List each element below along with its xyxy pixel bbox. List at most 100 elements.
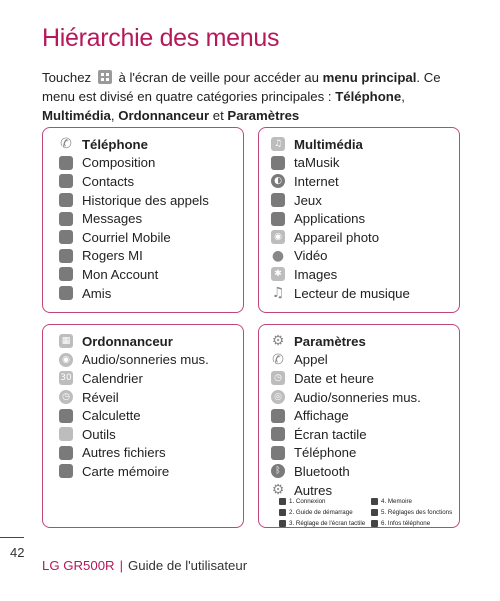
sub-menu-item-label: 5. Réglages des fonctions: [381, 508, 453, 516]
phone-info-icon: [371, 519, 378, 527]
sub-menu-item: 5. Réglages des fonctions: [371, 507, 459, 517]
sub-menu-item-label: 4. Memoire: [381, 497, 412, 505]
settings-gear-icon: ⚙: [271, 333, 285, 350]
menu-item: Composition: [59, 154, 209, 173]
menu-item: ◐ Internet: [271, 172, 410, 191]
menu-item: Carte mémoire: [59, 462, 209, 481]
multimedia-icon: ♫: [271, 137, 285, 152]
globe-icon: ◐: [271, 174, 285, 189]
menu-item-label: Autres fichiers: [82, 445, 166, 461]
calendar-icon: 30: [59, 371, 73, 386]
menu-item: Applications: [271, 209, 410, 228]
page-number-rule: [0, 537, 24, 538]
menu-item: Autres fichiers: [59, 444, 209, 463]
menu-item: taMusik: [271, 154, 410, 173]
function-settings-icon: [371, 508, 378, 516]
other-settings-icon: ⚙: [271, 482, 285, 499]
call-history-icon: [59, 193, 73, 208]
bluetooth-icon: ᛒ: [271, 464, 285, 479]
menu-item-label: Historique des appels: [82, 192, 209, 208]
sub-menu-item: 4. Memoire: [371, 496, 459, 506]
menu-item: Jeux: [271, 191, 410, 210]
sub-menu-item-label: 1. Connexion: [289, 497, 326, 505]
envelope-icon: [59, 211, 73, 226]
intro-paragraph: Touchez à l'écran de veille pour accéder…: [42, 68, 462, 125]
menu-item-label: Courriel Mobile: [82, 229, 171, 245]
menu-item: ✱ Images: [271, 265, 410, 284]
menu-item-label: Audio/sonneries mus.: [294, 389, 421, 405]
sub-menu-item: 1. Connexion: [279, 496, 371, 506]
menu-item-label: Rogers MI: [82, 248, 143, 264]
camera-icon: ◉: [271, 230, 285, 245]
section-header-label: Multimédia: [294, 136, 363, 152]
menu-item: ◷ Date et heure: [271, 369, 421, 388]
menu-item: Écran tactile: [271, 425, 421, 444]
menu-item: Téléphone: [271, 444, 421, 463]
gamepad-icon: [271, 193, 285, 208]
date-time-icon: ◷: [271, 371, 285, 386]
sub-menu-item: 6. Infos téléphone: [371, 518, 459, 528]
touch-calibration-icon: [279, 519, 286, 527]
section-header: ♫ Multimédia: [271, 135, 410, 154]
section-header-label: Téléphone: [82, 136, 148, 152]
intro-bold: Multimédia: [42, 108, 111, 123]
intro-bold: Ordonnanceur: [118, 108, 210, 123]
footer-brand: LG GR500R: [42, 558, 115, 573]
menu-item-label: Amis: [82, 285, 112, 301]
organiser-icon: ▦: [59, 334, 73, 349]
intro-text: et: [212, 108, 224, 123]
menu-item: Calculette: [59, 406, 209, 425]
menu-item: ♫ Lecteur de musique: [271, 284, 410, 303]
music-note-icon: ♫: [271, 285, 285, 302]
sub-menu-item-label: 6. Infos téléphone: [381, 519, 431, 527]
menu-item: ◉ Appareil photo: [271, 228, 410, 247]
menu-item: Amis: [59, 284, 209, 303]
messenger-icon: [59, 248, 73, 263]
menu-grid-icon: [97, 70, 112, 84]
sub-menu-item-label: 3. Réglage de l'écran tactile: [289, 519, 366, 527]
sound-profile-icon: ◎: [271, 390, 285, 405]
image-icon: ✱: [271, 267, 285, 282]
display-icon: [271, 408, 285, 423]
menu-item-label: Réveil: [82, 389, 119, 405]
intro-bold: Téléphone: [335, 89, 402, 104]
start-guide-icon: [279, 508, 286, 516]
menu-item-label: taMusik: [294, 155, 340, 171]
contacts-icon: [59, 174, 73, 189]
section-header-label: Ordonnanceur: [82, 333, 173, 349]
sub-menu-item-label: 2. Guide de démarrage: [289, 508, 353, 516]
touchscreen-icon: [271, 427, 285, 442]
footer: LG GR500R | Guide de l'utilisateur: [42, 558, 247, 573]
section-header: ⚙ Paramètres: [271, 332, 421, 351]
menu-item: Affichage: [271, 406, 421, 425]
music-store-icon: [271, 155, 285, 170]
section-header-label: Paramètres: [294, 333, 366, 349]
intro-text: ,: [110, 108, 115, 123]
files-folder-icon: [59, 445, 73, 460]
menu-item: Mon Account: [59, 265, 209, 284]
menu-item-label: Messages: [82, 211, 143, 227]
menu-item-label: Jeux: [294, 192, 322, 208]
menu-item: ◎ Audio/sonneries mus.: [271, 388, 421, 407]
menu-item: Contacts: [59, 172, 209, 191]
intro-text: Touchez: [42, 70, 92, 85]
toolbox-icon: [59, 427, 73, 442]
menu-item: 30 Calendrier: [59, 369, 209, 388]
sub-menu-item: 3. Réglage de l'écran tactile: [279, 518, 371, 528]
menu-item: Courriel Mobile: [59, 228, 209, 247]
menu-item-label: Images: [294, 266, 338, 282]
intro-text: à l'écran de veille pour accéder au: [118, 70, 319, 85]
connection-icon: [279, 497, 286, 505]
menu-item: ✆ Appel: [271, 351, 421, 370]
menu-item-label: Audio/sonneries mus.: [82, 352, 209, 368]
call-settings-icon: ✆: [272, 351, 284, 368]
menu-item: ◷ Réveil: [59, 388, 209, 407]
section-organiser: ▦ Ordonnanceur ◉ Audio/sonneries mus. 30 Cale…: [42, 324, 244, 528]
menu-item-label: Appareil photo: [294, 229, 380, 245]
menu-item-label: Lecteur de musique: [294, 285, 410, 301]
alarm-clock-icon: ◷: [59, 390, 73, 405]
folder-icon: [271, 211, 285, 226]
menu-item-label: Date et heure: [294, 370, 374, 386]
email-icon: [59, 230, 73, 245]
phone-settings-icon: [271, 445, 285, 460]
